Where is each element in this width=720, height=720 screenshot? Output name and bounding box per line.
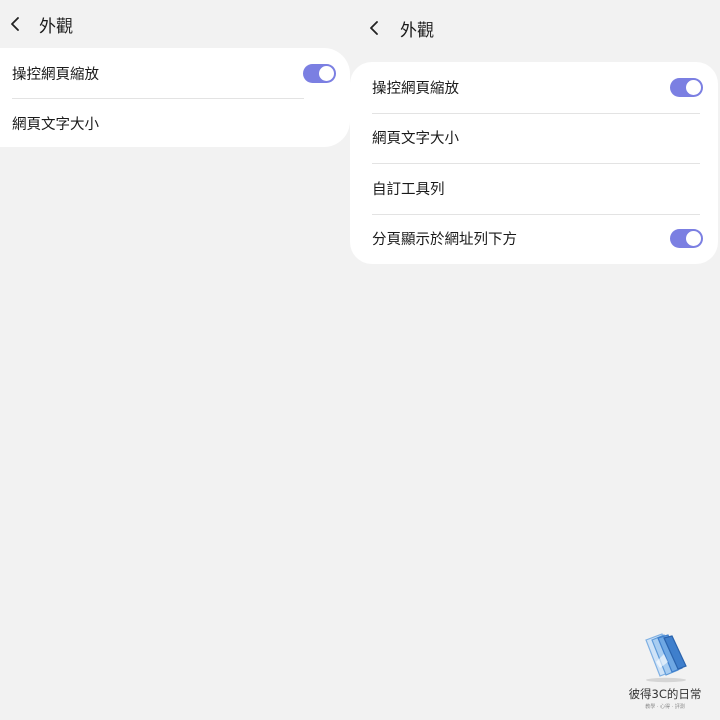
chevron-left-icon: [11, 17, 19, 31]
page-zoom-toggle[interactable]: [303, 63, 336, 83]
watermark-subtext: 教學 · 心得 · 評測: [645, 704, 685, 710]
back-button[interactable]: [4, 12, 28, 36]
right-settings-pane: 外觀 操控網頁縮放 網頁文字大小 自訂工具列 分頁顯示於網址列下方: [350, 0, 720, 720]
setting-label: 網頁文字大小: [372, 131, 459, 148]
book-logo-icon: [645, 633, 687, 683]
setting-label: 操控網頁縮放: [372, 80, 459, 97]
watermark-text: 彼得3C的日常: [628, 687, 702, 701]
settings-card: 操控網頁縮放 網頁文字大小 自訂工具列 分頁顯示於網址列下方: [350, 62, 718, 264]
toggle-knob: [686, 79, 701, 95]
page-title: 外觀: [400, 20, 434, 41]
tabs-below-address-bar-toggle[interactable]: [670, 229, 703, 249]
header: 外觀: [350, 4, 720, 52]
setting-label: 操控網頁縮放: [12, 66, 99, 83]
page-title: 外觀: [39, 16, 73, 37]
setting-row-text-size[interactable]: 網頁文字大小: [0, 98, 350, 148]
setting-row-text-size[interactable]: 網頁文字大小: [350, 112, 718, 164]
chevron-left-icon: [370, 21, 378, 35]
toggle-knob: [686, 231, 701, 247]
page-zoom-toggle[interactable]: [670, 77, 703, 97]
header: 外觀: [0, 0, 350, 48]
setting-label: 自訂工具列: [372, 181, 445, 198]
setting-row-page-zoom[interactable]: 操控網頁縮放: [0, 48, 350, 98]
toggle-knob: [319, 65, 334, 81]
back-button[interactable]: [363, 16, 387, 40]
setting-label: 網頁文字大小: [12, 116, 99, 133]
setting-row-page-zoom[interactable]: 操控網頁縮放: [350, 62, 718, 113]
setting-row-custom-toolbar[interactable]: 自訂工具列: [350, 163, 718, 214]
setting-row-tabs-below-address-bar[interactable]: 分頁顯示於網址列下方: [350, 213, 718, 265]
watermark: 彼得3C的日常 教學 · 心得 · 評測: [620, 632, 710, 714]
left-settings-pane: 外觀 操控網頁縮放 網頁文字大小: [0, 0, 350, 720]
settings-card: 操控網頁縮放 網頁文字大小: [0, 48, 350, 147]
setting-label: 分頁顯示於網址列下方: [372, 232, 517, 249]
